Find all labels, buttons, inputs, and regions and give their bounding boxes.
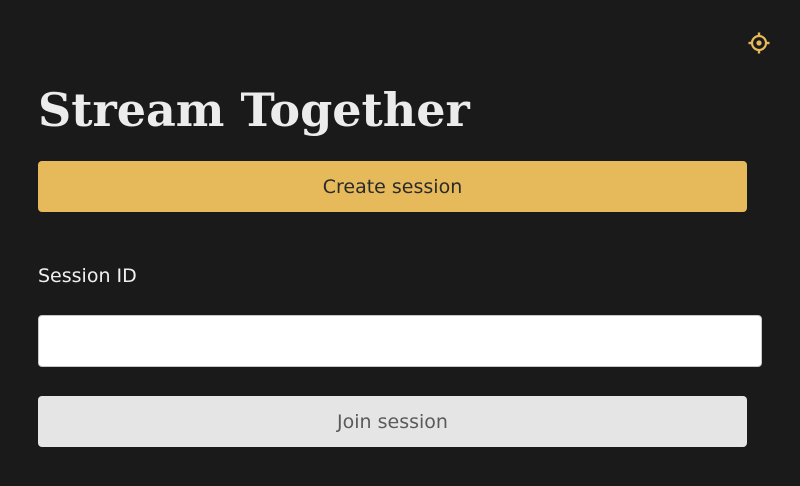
- session-id-input[interactable]: [38, 315, 762, 367]
- gear-icon: [748, 32, 770, 54]
- session-id-label: Session ID: [38, 265, 137, 287]
- settings-button[interactable]: [746, 30, 772, 56]
- join-session-button[interactable]: Join session: [38, 396, 747, 447]
- create-session-button[interactable]: Create session: [38, 161, 747, 212]
- page-title: Stream Together: [38, 83, 470, 137]
